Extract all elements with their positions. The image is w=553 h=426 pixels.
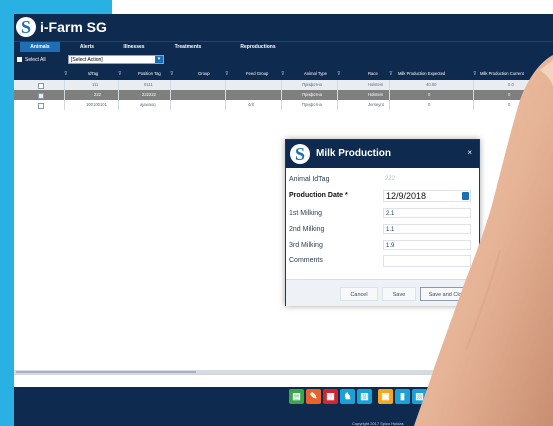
lock-icon[interactable]: ▮	[395, 389, 410, 404]
column-divider	[389, 80, 390, 110]
animal-idtag-value: 222	[385, 176, 396, 182]
production-date-field[interactable]: 12/9/2018	[383, 190, 471, 202]
column-divider	[473, 80, 474, 110]
cell-idtag: 100100101	[86, 102, 107, 107]
column-divider	[337, 80, 338, 110]
chart-icon[interactable]: ▥	[357, 389, 372, 404]
dialog-footer: Cancel Save Save and Close	[286, 279, 479, 306]
row-checkbox[interactable]	[38, 103, 44, 109]
cell-milk-current: 0.0	[508, 82, 514, 87]
app-title: i-Farm SG	[40, 19, 107, 35]
cell-race: Holstein	[368, 92, 384, 97]
filter-icon[interactable]: ⊽	[337, 68, 341, 80]
scrollbar-thumb[interactable]	[16, 371, 196, 373]
cell-position-tag: ajawaoq	[140, 102, 156, 107]
column-divider	[281, 80, 282, 110]
save-and-close-button[interactable]: Save and Close	[420, 287, 476, 301]
cell-position-tag: 222222	[142, 92, 156, 97]
column-header-milk-current[interactable]: Milk Production Current	[480, 68, 524, 80]
cell-milk-expected: 40.00	[426, 82, 437, 87]
cell-race: Jerseynt	[368, 102, 384, 107]
first-milking-label: 1st Milking	[289, 210, 323, 217]
production-date-value: 12/9/2018	[386, 191, 427, 201]
filter-icon[interactable]: ⊽	[225, 68, 229, 80]
first-milking-input[interactable]: 2.1	[383, 208, 471, 218]
save-button[interactable]: Save	[382, 287, 416, 301]
filter-icon[interactable]: ⊽	[281, 68, 285, 80]
calendar-icon[interactable]	[462, 192, 469, 200]
column-header-idtag[interactable]: IdTag	[88, 68, 98, 80]
add-document-icon[interactable]: ▤	[289, 389, 304, 404]
column-header-milk-expected[interactable]: Milk Production Expected	[398, 68, 445, 80]
column-header-race[interactable]: Race	[368, 68, 378, 80]
select-all-label: Select All	[25, 57, 46, 63]
comments-label: Comments	[289, 257, 323, 264]
second-milking-label: 2nd Milking	[289, 226, 325, 233]
filter-icon[interactable]: ⊽	[389, 68, 393, 80]
pencil-icon[interactable]: ✎	[306, 389, 321, 404]
cell-milk-current: 0	[508, 102, 511, 107]
grid-header: ⊽ IdTag ⊽ Position Tag ⊽ Group ⊽ Feed Gr…	[14, 68, 553, 80]
column-divider	[540, 80, 541, 110]
logo-letter: S	[294, 144, 305, 164]
filter-icon[interactable]: ⊽	[473, 68, 477, 80]
delete-icon[interactable]: ▦	[323, 389, 338, 404]
comments-input[interactable]	[383, 255, 471, 267]
chevron-down-icon: ▾	[155, 56, 163, 63]
milk-production-dialog: S Milk Production × Animal IdTag 222 Pro…	[285, 139, 480, 306]
cell-position-tag: 0111	[144, 82, 153, 87]
close-icon[interactable]: ×	[467, 148, 472, 158]
column-header-animal-type[interactable]: Animal Type	[304, 68, 327, 80]
app-logo: S	[16, 17, 36, 37]
print-icon[interactable]: ▧	[412, 389, 427, 404]
top-accent-band	[0, 0, 112, 14]
cancel-button[interactable]: Cancel	[340, 287, 378, 301]
dialog-header: S Milk Production ×	[286, 140, 479, 168]
production-date-label: Production Date *	[289, 192, 348, 199]
second-milking-input[interactable]: 1.1	[383, 224, 471, 234]
app-window: S i-Farm SG Animals Alerts Illnesses Tre…	[14, 14, 553, 426]
dialog-logo: S	[290, 144, 310, 164]
app-footer: ▤ ✎ ▦ ♞ ▥ ▣ ▮ ▧ Copyright 2017 Sylco Hol…	[14, 387, 553, 426]
dialog-title: Milk Production	[316, 148, 391, 159]
filter-icon[interactable]: ⊽	[540, 68, 544, 80]
cell-race: Holstein	[368, 82, 384, 87]
row-checkbox[interactable]	[38, 83, 44, 89]
third-milking-label: 3rd Milking	[289, 242, 323, 249]
column-header-position-tag[interactable]: Position Tag	[138, 68, 161, 80]
cell-milk-expected: 0	[428, 102, 431, 107]
column-header-group[interactable]: Group	[198, 68, 210, 80]
select-all-checkbox[interactable]	[17, 57, 22, 62]
cell-idtag: 111	[92, 82, 99, 87]
column-divider	[170, 80, 171, 110]
third-milking-input[interactable]: 1.9	[383, 240, 471, 250]
row-checkbox-checked[interactable]	[38, 93, 44, 99]
grid-toolbar: Select All [Select Action] ▾	[14, 52, 553, 68]
grid-footer-bar	[14, 374, 553, 388]
column-divider	[64, 80, 65, 110]
cell-animal-type: Прифотна	[302, 92, 322, 97]
copyright-text: Copyright 2017 Sylco Holdas	[352, 421, 404, 426]
action-select[interactable]: [Select Action] ▾	[68, 55, 164, 64]
column-divider	[118, 80, 119, 110]
cell-idtag: 222	[94, 92, 101, 97]
cell-milk-expected: 0	[428, 92, 431, 97]
cow-icon[interactable]: ♞	[340, 389, 355, 404]
cell-animal-type: Прифотна	[302, 82, 322, 87]
cell-feed-group: 4rlt	[248, 102, 254, 107]
app-header: S i-Farm SG	[14, 14, 553, 41]
column-divider	[225, 80, 226, 110]
group-icon[interactable]: ▣	[378, 389, 393, 404]
cell-animal-type: Прифотна	[302, 102, 322, 107]
column-header-feed-group[interactable]: Feed Group	[246, 68, 268, 80]
cell-milk-current: 0	[508, 92, 511, 97]
logo-letter: S	[20, 17, 31, 37]
animal-idtag-label: Animal IdTag	[289, 176, 330, 183]
action-select-value: [Select Action]	[71, 57, 103, 63]
left-accent-band	[0, 0, 14, 426]
filter-icon[interactable]: ⊽	[170, 68, 174, 80]
filter-icon[interactable]: ⊽	[118, 68, 122, 80]
filter-icon[interactable]: ⊽	[64, 68, 68, 80]
